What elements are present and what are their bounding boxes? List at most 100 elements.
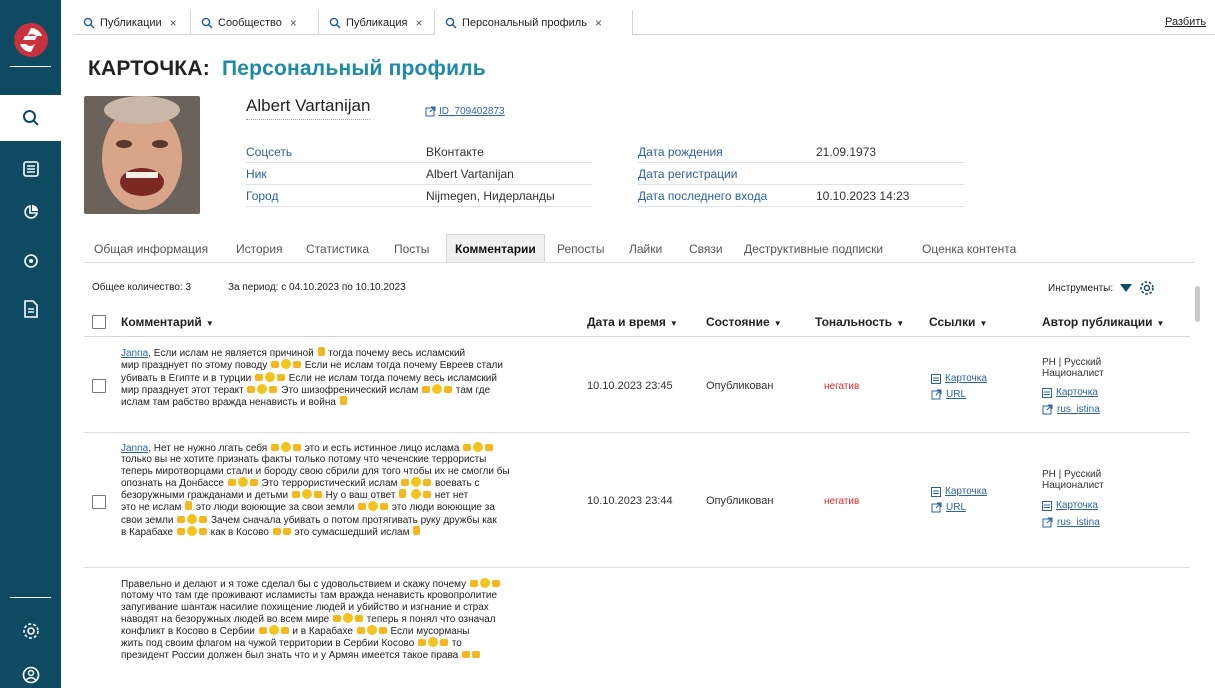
- comment-line: только вы не хотите признать факты тольк…: [121, 454, 581, 465]
- nav-profile-button[interactable]: [0, 652, 61, 688]
- tab-community[interactable]: Сообщество ×: [191, 10, 319, 35]
- field-label: Дата рождения: [638, 145, 723, 159]
- pointing-hand-icon: [418, 639, 427, 647]
- emoji-icon: [368, 501, 379, 512]
- tools-menu[interactable]: Инструменты:: [1048, 280, 1155, 296]
- comment-author-link[interactable]: Janna: [121, 443, 148, 454]
- author-card-link[interactable]: Карточка: [1042, 387, 1098, 398]
- field-birth-date: Дата рождения 21.09.1973: [638, 141, 964, 163]
- pointing-hand-icon: [272, 528, 281, 536]
- row-checkbox[interactable]: [92, 495, 106, 509]
- left-nav: [0, 0, 61, 688]
- split-button[interactable]: Разбить: [1165, 16, 1206, 28]
- search-icon: [445, 17, 457, 28]
- emoji-icon: [479, 578, 490, 588]
- comment-text-fragment: , Если ислам не является причиной: [148, 348, 317, 359]
- caret-down-icon: ▼: [1156, 319, 1165, 328]
- document-icon: [23, 300, 38, 318]
- col-links[interactable]: Ссылки ▼: [929, 315, 987, 329]
- close-icon[interactable]: ×: [415, 16, 422, 30]
- comment-text-fragment: то: [449, 638, 462, 650]
- col-label: Состояние: [706, 315, 770, 329]
- emoji-icon: [257, 383, 268, 394]
- pointing-hand-icon: [199, 515, 208, 523]
- field-registration-date: Дата регистрации: [638, 163, 964, 185]
- author-card-link[interactable]: Карточка: [1042, 500, 1098, 511]
- tab-reposts[interactable]: Репосты: [557, 242, 604, 256]
- field-city: Город Nijmegen, Нидерланды: [246, 185, 592, 207]
- col-tone[interactable]: Тональность ▼: [815, 315, 904, 329]
- col-datetime[interactable]: Дата и время ▼: [587, 315, 678, 329]
- pointing-hand-icon: [491, 580, 500, 587]
- pointing-hand-icon: [277, 373, 286, 381]
- col-author[interactable]: Автор публикации ▼: [1042, 315, 1164, 329]
- comment-text-fragment: конфликт в Косово в Сербии: [121, 626, 258, 638]
- nav-monitoring-button[interactable]: [0, 238, 61, 284]
- comment-line: это не ислам это люди воюющие за свои зе…: [121, 501, 581, 513]
- comment-text-fragment: Это шизофренический ислам: [278, 384, 422, 396]
- tab-label: Публикации: [100, 16, 162, 29]
- nav-list-button[interactable]: [0, 146, 61, 192]
- pointing-hand-icon: [227, 478, 236, 486]
- app-logo-icon[interactable]: [13, 22, 49, 58]
- tab-posts[interactable]: Посты: [394, 242, 429, 256]
- tab-destructive-subscriptions[interactable]: Деструктивные подписки: [744, 242, 883, 256]
- url-link[interactable]: URL: [931, 502, 966, 513]
- url-link[interactable]: URL: [931, 389, 966, 400]
- row-datetime: 10.10.2023 23:45: [587, 380, 673, 392]
- tab-history[interactable]: История: [236, 242, 283, 256]
- author-account-link[interactable]: rus_istina: [1042, 404, 1100, 415]
- nav-reports-button[interactable]: [0, 286, 61, 332]
- close-icon[interactable]: ×: [170, 16, 177, 30]
- comment-line: опознать на Донбассе Это террористически…: [121, 476, 581, 489]
- close-icon[interactable]: ×: [595, 16, 602, 30]
- comment-line: наводят на безоружных людей во всем мире…: [121, 612, 581, 625]
- nav-settings-button[interactable]: [0, 608, 61, 654]
- comment-text-fragment: наводят на безоружных людей во всем мире: [121, 613, 333, 625]
- comment-line: Janna, Если ислам не является причиной т…: [121, 347, 581, 359]
- comment-text-fragment: воевать с: [432, 477, 480, 489]
- tab-publications-1[interactable]: Публикации ×: [73, 10, 191, 35]
- pointing-hand-icon: [440, 639, 449, 647]
- tab-publication[interactable]: Публикация ×: [319, 10, 435, 35]
- profile-id-link[interactable]: ID_709402873: [425, 106, 505, 117]
- tab-connections[interactable]: Связи: [689, 242, 723, 256]
- col-state[interactable]: Состояние ▼: [706, 315, 782, 329]
- comment-author-link[interactable]: Janna: [121, 348, 148, 359]
- comment-text-fragment: Зачем сначала убивать о потом протягиват…: [208, 514, 497, 526]
- comment-text-fragment: запугивание шантаж насилие похищение люд…: [121, 601, 489, 613]
- nav-search-button[interactable]: [0, 95, 61, 141]
- pointing-hand-icon: [258, 627, 267, 635]
- tab-personal-profile[interactable]: Персональный профиль ×: [435, 10, 633, 36]
- close-icon[interactable]: ×: [290, 16, 297, 30]
- hand-emoji-icon: [185, 501, 193, 511]
- tab-general-info[interactable]: Общая информация: [94, 242, 208, 256]
- tab-statistics[interactable]: Статистика: [306, 242, 369, 256]
- tab-content-rating[interactable]: Оценка контента: [922, 242, 1016, 256]
- col-label: Комментарий: [121, 315, 202, 329]
- row-tone: негатив: [824, 496, 860, 507]
- pointing-hand-icon: [293, 361, 301, 369]
- tab-likes[interactable]: Лайки: [629, 242, 662, 256]
- section-tabs: Общая информация История Статистика Пост…: [84, 234, 1194, 262]
- nav-analytics-button[interactable]: [0, 189, 61, 235]
- author-account-link[interactable]: rus_istina: [1042, 517, 1100, 528]
- caret-down-icon: [1120, 284, 1133, 292]
- table-row: Janna, Если ислам не является причиной т…: [84, 337, 1190, 433]
- card-link[interactable]: Карточка: [931, 486, 987, 497]
- period-label: За период: с 04.10.2023 по 10.10.2023: [228, 282, 406, 293]
- tab-comments[interactable]: Комментарии: [446, 234, 545, 262]
- row-checkbox[interactable]: [92, 379, 106, 393]
- card-link[interactable]: Карточка: [931, 373, 987, 384]
- gear-icon[interactable]: [1139, 280, 1155, 296]
- emoji-icon: [301, 489, 312, 500]
- card-link-label: Карточка: [945, 486, 987, 497]
- comment-text-fragment: только вы не хотите признать факты тольк…: [121, 454, 487, 466]
- caret-down-icon: ▼: [896, 319, 905, 328]
- comment-text-fragment: жить под своим флагом на чужой территори…: [121, 638, 418, 650]
- app-window: Публикации × Сообщество × Публикация × П…: [0, 0, 1215, 688]
- external-link-icon: [1042, 404, 1053, 415]
- col-comment[interactable]: Комментарий ▼: [121, 315, 214, 329]
- select-all-checkbox[interactable]: [92, 315, 106, 329]
- scrollbar[interactable]: [1195, 286, 1200, 322]
